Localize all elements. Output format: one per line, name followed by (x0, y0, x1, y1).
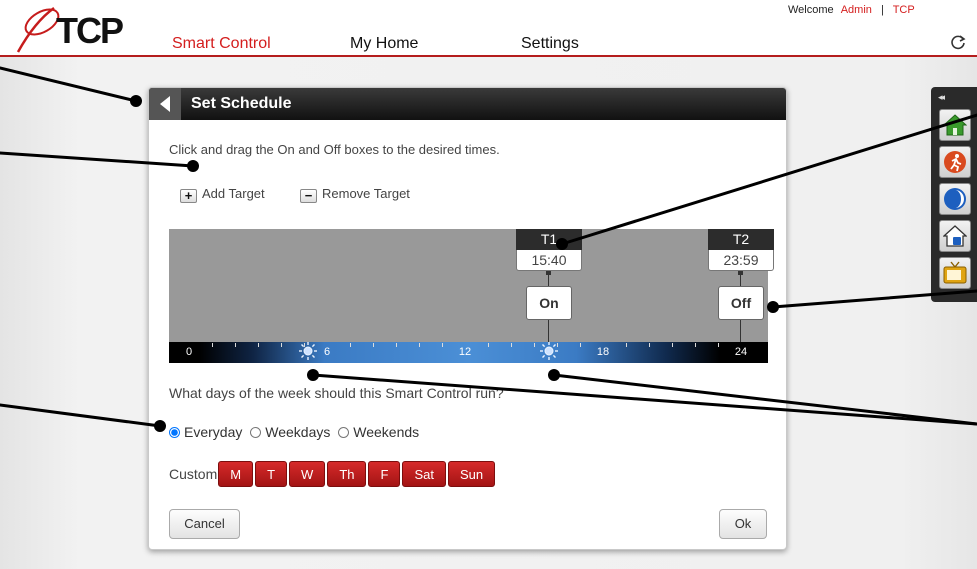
nav-settings[interactable]: Settings (521, 35, 579, 53)
tv-icon (943, 261, 967, 284)
remove-target-label: Remove Target (322, 186, 410, 201)
everyday-label: Everyday (184, 424, 243, 440)
back-button[interactable] (149, 88, 181, 120)
weekends-radio[interactable] (338, 427, 350, 438)
hour-tick (534, 343, 535, 347)
add-target-label: Add Target (202, 186, 265, 201)
welcome-bar: Welcome Admin | TCP (788, 4, 915, 16)
nav-my-home[interactable]: My Home (350, 35, 418, 53)
target-t2-label[interactable]: T2 (708, 229, 774, 250)
day-button-tuesday[interactable]: T (255, 461, 288, 487)
welcome-separator: | (880, 4, 884, 16)
sunset-icon (540, 342, 558, 360)
hour-tick (396, 343, 397, 347)
option-weekdays[interactable]: Weekdays (250, 424, 330, 440)
logo-text: TCP (56, 10, 124, 51)
running-man-icon (944, 151, 966, 173)
tick-label-24: 24 (734, 346, 748, 358)
everyday-radio[interactable] (169, 427, 180, 438)
schedule-timeline[interactable]: 0 6 12 18 24 T1 15:40 On T2 23:59 Off (169, 229, 774, 363)
custom-days-row: Custom M T W Th F Sat Sun (169, 461, 497, 487)
hour-tick (350, 343, 351, 347)
hour-tick (695, 343, 696, 347)
tcp-logo: TCP (14, 4, 124, 54)
home-icon (943, 114, 967, 136)
refresh-icon[interactable] (949, 33, 967, 51)
tick-label-0: 0 (185, 346, 193, 358)
day-button-saturday[interactable]: Sat (402, 461, 446, 487)
hour-tick (235, 343, 236, 347)
security-toolbar-button[interactable] (939, 220, 971, 252)
instructions-text: Click and drag the On and Off boxes to t… (169, 142, 500, 157)
day-button-friday[interactable]: F (368, 461, 401, 487)
house-lock-icon (943, 225, 967, 247)
target-t1-label[interactable]: T1 (516, 229, 582, 250)
away-toolbar-button[interactable] (939, 146, 971, 178)
hour-tick (442, 343, 443, 347)
hour-tick (649, 343, 650, 347)
hour-tick (488, 343, 489, 347)
target-t1-time[interactable]: 15:40 (516, 250, 582, 271)
on-box[interactable]: On (526, 286, 572, 320)
days-question: What days of the week should this Smart … (169, 385, 504, 401)
side-toolbar: ◂◂ (931, 87, 977, 302)
back-arrow-icon (160, 96, 170, 112)
welcome-text: Welcome (788, 4, 834, 16)
target-t2-marker[interactable]: T2 23:59 (708, 229, 774, 342)
hour-tick (718, 343, 719, 347)
custom-label: Custom (169, 466, 218, 482)
hour-tick (626, 343, 627, 347)
dialog-title: Set Schedule (191, 95, 292, 112)
day-button-thursday[interactable]: Th (327, 461, 367, 487)
hour-tick (672, 343, 673, 347)
day-button-monday[interactable]: M (218, 461, 254, 487)
night-toolbar-button[interactable] (939, 183, 971, 215)
nav-smart-control[interactable]: Smart Control (172, 35, 271, 53)
hour-tick (580, 343, 581, 347)
tick-label-6: 6 (323, 346, 331, 358)
collapse-toolbar-icon[interactable]: ◂◂ (938, 92, 945, 103)
hour-tick (212, 343, 213, 347)
weekends-label: Weekends (353, 424, 420, 440)
option-everyday[interactable]: Everyday (169, 424, 242, 440)
ok-button[interactable]: Ok (719, 509, 767, 539)
weekdays-label: Weekdays (265, 424, 331, 440)
dialog-header: Set Schedule (149, 88, 786, 120)
hour-tick (373, 343, 374, 347)
tick-label-18: 18 (596, 346, 610, 358)
hour-tick (258, 343, 259, 347)
hour-tick (557, 343, 558, 347)
tv-toolbar-button[interactable] (939, 257, 971, 289)
sunrise-icon (299, 342, 317, 360)
day-button-sunday[interactable]: Sun (447, 461, 496, 487)
hour-tick (511, 343, 512, 347)
hour-tick (281, 343, 282, 347)
add-target-button[interactable]: + Add Target (180, 186, 265, 203)
set-schedule-dialog: Set Schedule Click and drag the On and O… (148, 87, 787, 550)
day-button-wednesday[interactable]: W (289, 461, 326, 487)
cancel-button[interactable]: Cancel (169, 509, 240, 539)
option-weekends[interactable]: Weekends (338, 424, 419, 440)
off-box[interactable]: Off (718, 286, 764, 320)
brand-link[interactable]: TCP (893, 4, 915, 16)
target-t1-marker[interactable]: T1 15:40 (516, 229, 582, 342)
remove-target-button[interactable]: − Remove Target (300, 186, 410, 203)
minus-icon: − (300, 189, 317, 203)
home-toolbar-button[interactable] (939, 109, 971, 141)
weekdays-radio[interactable] (250, 427, 262, 438)
hour-tick (419, 343, 420, 347)
tick-label-12: 12 (458, 346, 472, 358)
target-t2-time[interactable]: 23:59 (708, 250, 774, 271)
plus-icon: + (180, 189, 197, 203)
moon-icon (944, 188, 966, 210)
app-header: TCP Smart Control My Home Settings Welco… (0, 0, 977, 57)
user-link[interactable]: Admin (841, 4, 872, 16)
hour-tick (304, 343, 305, 347)
day-options: Everyday Weekdays Weekends (169, 424, 423, 440)
